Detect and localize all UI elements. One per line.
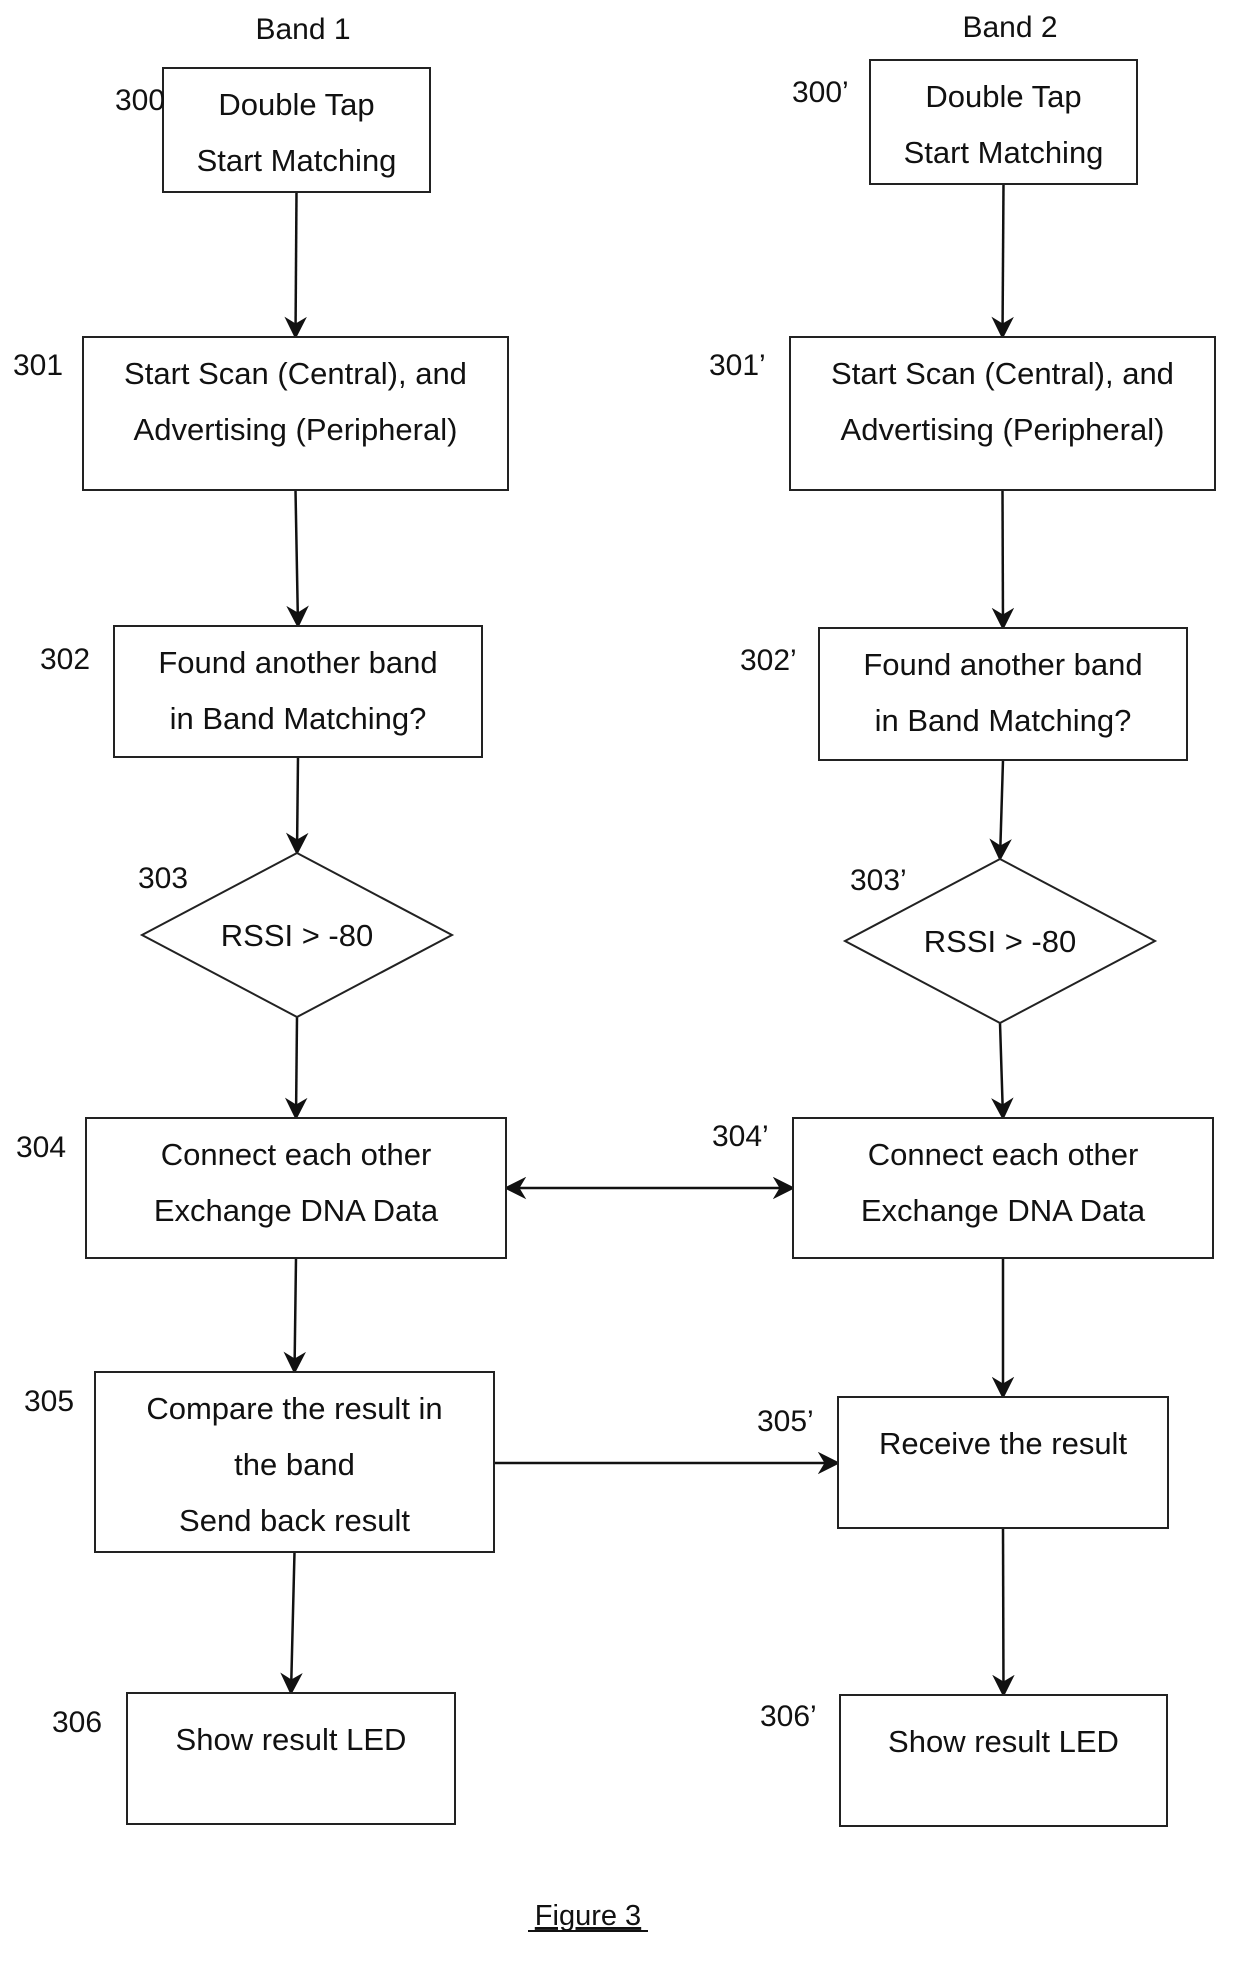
flow-node-303: RSSI > -80 303	[138, 851, 455, 1019]
process-box	[839, 1694, 1168, 1827]
flowchart-canvas: Band 1 Band 2 Double Tap Start Matching 30…	[13, 11, 1216, 1932]
node-label-line: Double Tap	[925, 79, 1081, 114]
flow-node-300: Double Tap Start Matching 300	[115, 67, 431, 193]
node-label-line: Found another band	[158, 645, 437, 680]
node-label-line: RSSI > -80	[221, 918, 374, 953]
node-label-line: RSSI > -80	[924, 924, 1077, 959]
flow-node-302p: Found another band in Band Matching? 302’	[740, 627, 1188, 761]
reference-numeral: 300	[115, 84, 165, 117]
flow-arrow	[991, 183, 1014, 340]
flow-arrow	[989, 759, 1012, 862]
band-2-heading: Band 2	[962, 11, 1057, 44]
reference-numeral: 302’	[740, 644, 797, 677]
node-label-line: Show result LED	[888, 1724, 1119, 1759]
reference-numeral: 303	[138, 862, 188, 895]
flow-node-305: Compare the result in the band Send back r…	[24, 1371, 495, 1553]
flow-node-301p: Start Scan (Central), and Advertising (Pe…	[709, 336, 1216, 491]
band-1-heading: Band 1	[255, 13, 350, 46]
process-box	[837, 1396, 1169, 1529]
reference-numeral: 304	[16, 1131, 66, 1164]
flow-arrow	[284, 191, 307, 340]
process-box	[126, 1692, 456, 1825]
reference-numeral: 302	[40, 643, 90, 676]
flow-arrow	[992, 1527, 1015, 1698]
flow-arrow	[991, 1022, 1014, 1121]
node-label-line: Double Tap	[218, 87, 374, 122]
figure-caption: Figure 3	[535, 1900, 641, 1932]
reference-numeral: 301’	[709, 349, 766, 382]
reference-numeral: 305’	[757, 1405, 814, 1438]
node-label-line: Advertising (Peripheral)	[134, 412, 458, 447]
flow-arrow	[991, 489, 1015, 631]
node-label-line: Found another band	[863, 647, 1142, 682]
node-label-line: Advertising (Peripheral)	[841, 412, 1165, 447]
flow-node-303p: RSSI > -80 303’	[842, 857, 1158, 1025]
flow-node-302: Found another band in Band Matching? 302	[40, 625, 483, 758]
flow-node-306p: Show result LED 306’	[760, 1694, 1168, 1827]
node-label-line: Start Scan (Central), and	[124, 356, 467, 391]
node-label-line: in Band Matching?	[170, 701, 427, 736]
node-label-line: Exchange DNA Data	[154, 1193, 439, 1228]
flow-arrow	[280, 1551, 303, 1696]
node-label-line: Exchange DNA Data	[861, 1193, 1146, 1228]
node-label-line: Connect each other	[161, 1137, 432, 1172]
node-label-line: Connect each other	[868, 1137, 1139, 1172]
node-label-line: Start Scan (Central), and	[831, 356, 1174, 391]
node-label-line: in Band Matching?	[875, 703, 1132, 738]
reference-numeral: 305	[24, 1385, 74, 1418]
node-label-line: Receive the result	[879, 1426, 1128, 1461]
node-label-line: Start Matching	[197, 143, 397, 178]
flow-node-304: Connect each other Exchange DNA Data 304	[16, 1117, 507, 1259]
reference-numeral: 303’	[850, 864, 907, 897]
reference-numeral: 304’	[712, 1120, 769, 1153]
nodes-layer: Double Tap Start Matching 300 Start Scan (C…	[13, 59, 1216, 1827]
flow-arrow	[286, 489, 309, 629]
flow-node-300p: Double Tap Start Matching 300’	[792, 59, 1138, 185]
node-label-line: Send back result	[179, 1503, 410, 1538]
reference-numeral: 306’	[760, 1700, 817, 1733]
node-label-line: the band	[234, 1447, 355, 1482]
reference-numeral: 301	[13, 349, 63, 382]
node-label-line: Show result LED	[176, 1722, 407, 1757]
reference-numeral: 306	[52, 1706, 102, 1739]
node-label-line: Compare the result in	[146, 1391, 442, 1426]
flow-node-301: Start Scan (Central), and Advertising (Pe…	[13, 336, 509, 491]
reference-numeral: 300’	[792, 76, 849, 109]
node-label-line: Start Matching	[904, 135, 1104, 170]
flow-arrow	[284, 1016, 308, 1121]
flow-node-306: Show result LED 306	[52, 1692, 456, 1825]
flow-arrow	[283, 1257, 307, 1375]
flow-arrow	[285, 756, 309, 856]
